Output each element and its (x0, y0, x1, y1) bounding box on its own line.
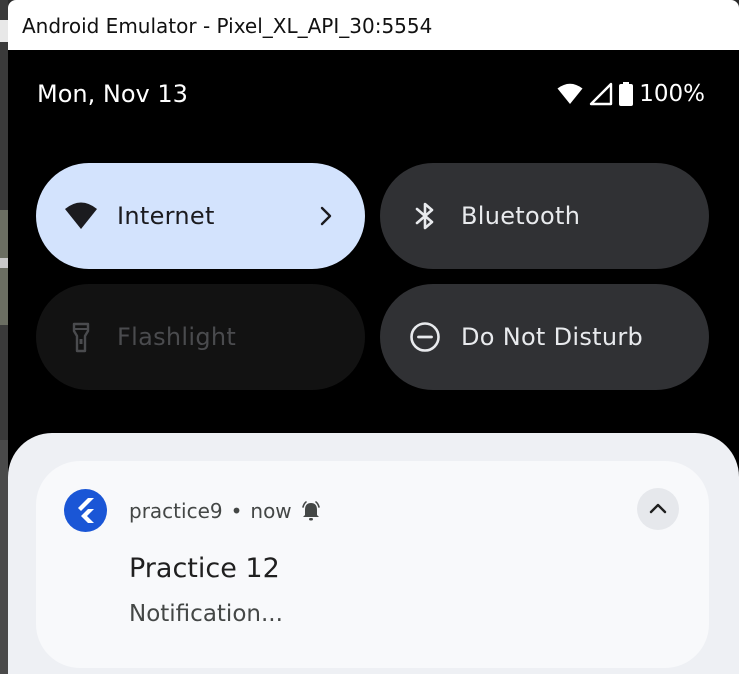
cellular-signal-icon (590, 82, 613, 106)
expand-button[interactable] (637, 488, 679, 530)
device-screen: Mon, Nov 13 100% Internet Bluetooth Flas… (8, 50, 739, 674)
background-window-fragment (0, 258, 8, 268)
tile-flashlight[interactable]: Flashlight (36, 284, 365, 390)
flashlight-icon (72, 322, 90, 353)
notification-shade: practice9 • now Practice 12 Notification… (8, 433, 739, 674)
status-icons: 100% (557, 80, 705, 108)
background-window-fragment (0, 440, 8, 674)
notification-time: now (250, 499, 292, 523)
status-date: Mon, Nov 13 (37, 80, 188, 108)
wifi-icon (65, 202, 97, 229)
notification-card[interactable]: practice9 • now Practice 12 Notification… (36, 461, 709, 668)
tile-internet[interactable]: Internet (36, 163, 365, 269)
notification-text: Notification... (129, 601, 283, 627)
tile-label: Flashlight (117, 323, 237, 351)
tile-bluetooth[interactable]: Bluetooth (380, 163, 709, 269)
tile-label: Internet (117, 202, 215, 230)
app-name: practice9 (129, 499, 223, 523)
background-window-fragment (0, 20, 8, 42)
wifi-icon (557, 83, 583, 104)
flutter-icon (64, 489, 107, 532)
emulator-title-bar[interactable]: Android Emulator - Pixel_XL_API_30:5554 (8, 0, 739, 50)
notification-title: Practice 12 (129, 553, 280, 584)
background-window-strip (0, 0, 8, 674)
battery-percent: 100% (639, 81, 705, 107)
battery-icon (619, 82, 634, 106)
chevron-up-icon (649, 503, 667, 514)
window-title: Android Emulator - Pixel_XL_API_30:5554 (22, 14, 433, 38)
do-not-disturb-icon (410, 322, 440, 352)
header-separator: • (230, 499, 243, 523)
notification-header: practice9 • now (129, 499, 322, 523)
chevron-right-icon (320, 206, 332, 226)
tile-label: Bluetooth (461, 202, 581, 230)
tile-do-not-disturb[interactable]: Do Not Disturb (380, 284, 709, 390)
bluetooth-icon (415, 202, 434, 230)
tile-label: Do Not Disturb (461, 323, 644, 351)
bell-icon (301, 501, 320, 521)
